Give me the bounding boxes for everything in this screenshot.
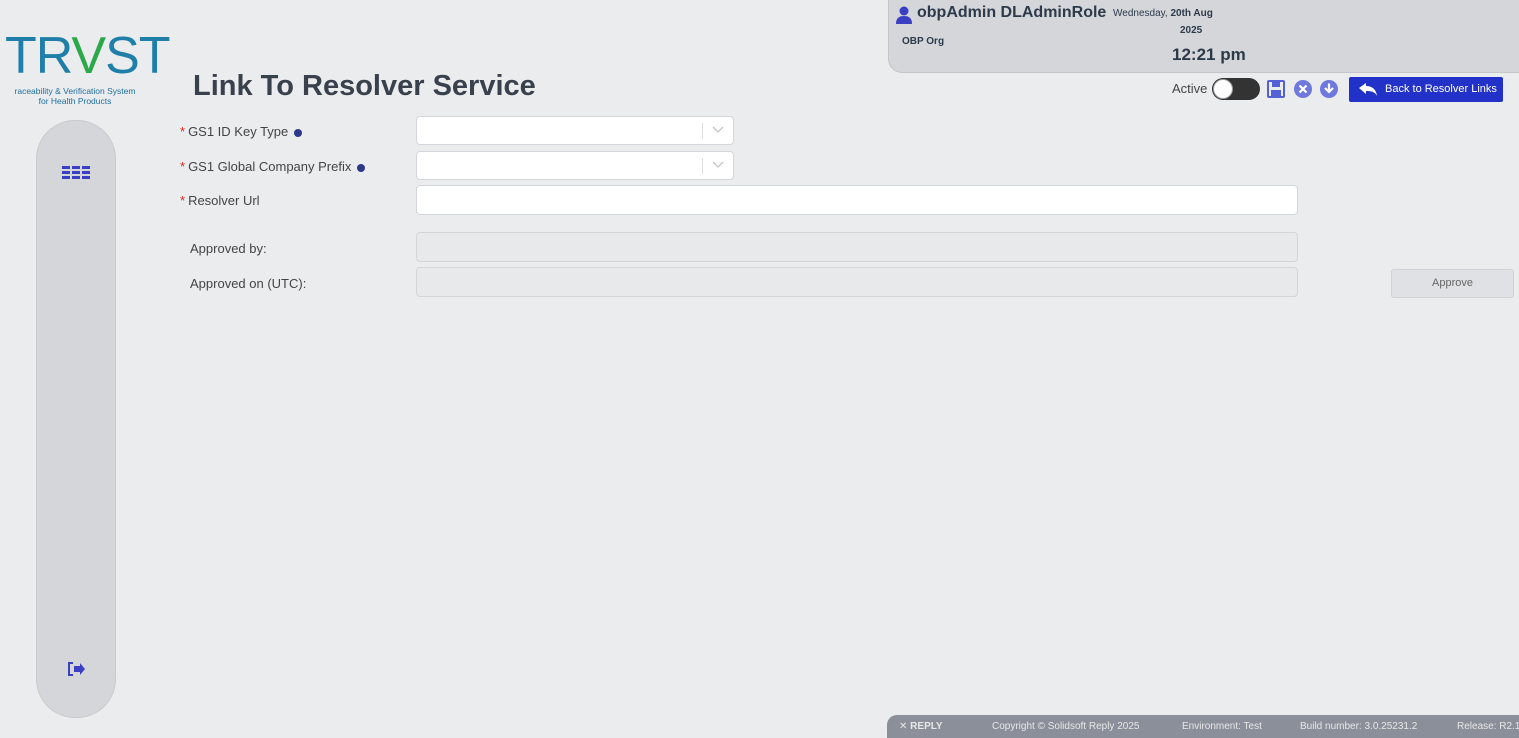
- footer: ✕ REPLY Copyright © Solidsoft Reply 2025…: [887, 715, 1519, 738]
- download-icon[interactable]: [1319, 79, 1339, 99]
- approved-by-field: [416, 232, 1298, 262]
- required-marker: *: [180, 124, 186, 139]
- resolver-url-input[interactable]: [416, 185, 1298, 215]
- required-marker: *: [180, 193, 186, 208]
- info-icon[interactable]: [294, 129, 303, 137]
- gs1-id-key-type-label: * GS1 ID Key Type: [180, 124, 303, 139]
- user-panel: obpAdmin DLAdminRole OBP Org Wednesday, …: [888, 0, 1519, 73]
- company-prefix-select[interactable]: [416, 151, 734, 180]
- resolver-url-label: * Resolver Url: [180, 193, 260, 208]
- logout-icon[interactable]: [66, 661, 86, 677]
- reply-logo: ✕ REPLY: [899, 721, 943, 732]
- logo-wordmark: TRVST: [5, 27, 171, 85]
- approve-button[interactable]: Approve: [1391, 269, 1514, 298]
- current-time: 12:21 pm: [1172, 45, 1246, 64]
- current-date: Wednesday, 20th Aug: [1113, 8, 1213, 19]
- save-icon[interactable]: [1266, 79, 1286, 99]
- user-name: obpAdmin DLAdminRole: [917, 4, 1107, 21]
- back-arrow-icon: [1359, 83, 1377, 96]
- active-toggle[interactable]: [1212, 78, 1260, 100]
- current-year: 2025: [1180, 25, 1203, 36]
- user-icon: [896, 6, 912, 24]
- environment-text: Environment: Test: [1182, 721, 1262, 732]
- menu-icon[interactable]: [62, 166, 90, 180]
- chevron-down-icon: [712, 126, 724, 133]
- back-to-resolver-links-button[interactable]: Back to Resolver Links: [1349, 77, 1503, 102]
- copyright-text: Copyright © Solidsoft Reply 2025: [992, 721, 1140, 732]
- organization-name: OBP Org: [902, 36, 945, 47]
- logo-tagline: raceability & Verification System for He…: [14, 86, 136, 106]
- gs1-id-key-type-select[interactable]: [416, 116, 734, 145]
- approved-on-field: [416, 267, 1298, 297]
- release-text: Release: R2.1: [1457, 721, 1519, 732]
- sidebar: [36, 120, 116, 718]
- approved-by-label: Approved by:: [190, 241, 267, 256]
- cancel-icon[interactable]: [1293, 79, 1313, 99]
- required-marker: *: [180, 159, 186, 174]
- info-icon[interactable]: [357, 164, 366, 172]
- company-prefix-label: * GS1 Global Company Prefix: [180, 159, 366, 174]
- build-number-text: Build number: 3.0.25231.2: [1300, 721, 1418, 732]
- approved-on-label: Approved on (UTC):: [190, 276, 307, 291]
- page-title: Link To Resolver Service: [193, 70, 536, 102]
- active-label: Active: [1172, 81, 1208, 96]
- chevron-down-icon: [712, 161, 724, 168]
